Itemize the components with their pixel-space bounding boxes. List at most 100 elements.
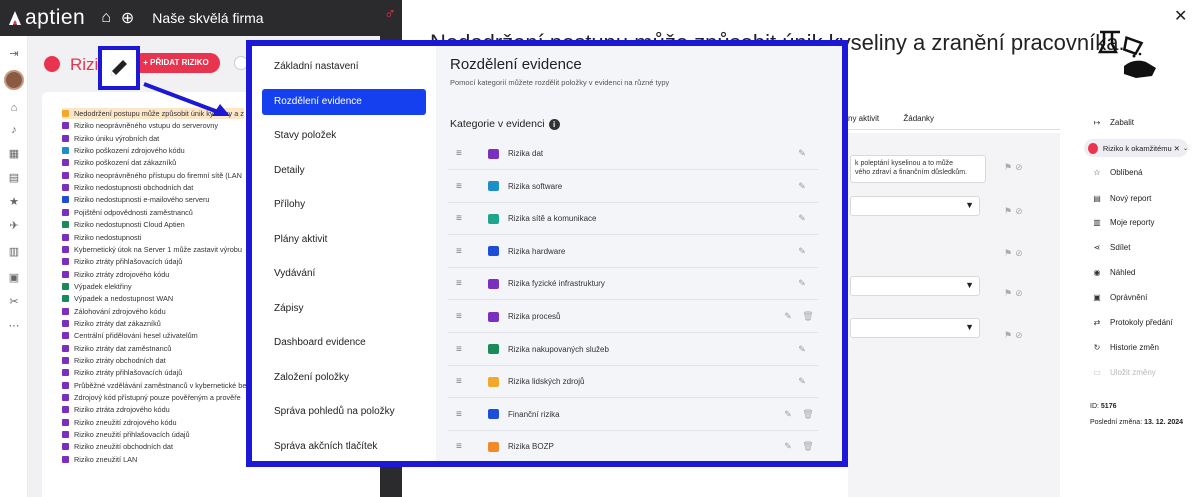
settings-nav-item[interactable]: Detaily: [268, 158, 432, 184]
category-row[interactable]: ≡ Rizika lidských zdrojů ✎: [448, 366, 818, 399]
close-icon[interactable]: ✕: [1174, 6, 1187, 26]
drag-handle-icon[interactable]: ≡: [448, 441, 472, 452]
add-circle-icon[interactable]: ⊕: [121, 8, 134, 28]
settings-nav-item[interactable]: Stavy položek: [268, 123, 432, 149]
clipboard-icon[interactable]: ▤: [6, 170, 22, 186]
list-item[interactable]: Riziko ztráty přihlašovacích údajů: [62, 256, 182, 267]
document-icon[interactable]: ▥: [6, 244, 22, 260]
select-field-3[interactable]: ▼: [850, 318, 980, 338]
list-item[interactable]: Riziko nedostupnosti: [62, 232, 141, 243]
edit-icon[interactable]: ✎: [792, 246, 812, 257]
calendar-icon[interactable]: ▦: [6, 146, 22, 162]
tab-requests[interactable]: Žádanky: [903, 114, 934, 123]
list-item[interactable]: Riziko nedostupnosti obchodních dat: [62, 182, 193, 193]
category-row[interactable]: ≡ Rizika dat ✎: [448, 138, 818, 170]
list-item[interactable]: Centrální přidělování hesel uživatelům: [62, 330, 198, 341]
list-item[interactable]: Riziko ztráty dat zaměstnanců: [62, 343, 171, 354]
field-actions[interactable]: ⚑⊘: [1004, 206, 1026, 217]
sidebar-item-my-reports[interactable]: ▥ Moje reporty: [1092, 218, 1154, 227]
settings-nav-item[interactable]: Dashboard evidence: [268, 330, 432, 356]
drag-handle-icon[interactable]: ≡: [448, 344, 472, 355]
settings-nav-item[interactable]: Přílohy: [268, 192, 432, 218]
app-logo[interactable]: aptien: [8, 6, 85, 30]
list-item[interactable]: Riziko neoprávněného vstupu do serverovn…: [62, 120, 218, 131]
settings-nav-item[interactable]: Správa akčních tlačítek: [268, 434, 432, 460]
list-item[interactable]: Riziko ztráty přihlašovacích údajů: [62, 367, 182, 378]
add-risk-button[interactable]: + PŘIDAT RIZIKO: [132, 53, 220, 73]
category-row[interactable]: ≡ Finanční rizika ✎ 🗑: [448, 399, 818, 431]
star-nav-icon[interactable]: ★: [6, 194, 22, 210]
drag-handle-icon[interactable]: ≡: [448, 213, 472, 224]
avatar[interactable]: [4, 70, 24, 90]
list-item[interactable]: Riziko zneužití obchodních dat: [62, 441, 173, 452]
sidebar-item-favorites[interactable]: ☆ Oblíbená: [1092, 168, 1142, 177]
edit-icon[interactable]: ✎: [792, 376, 812, 387]
drag-handle-icon[interactable]: ≡: [448, 181, 472, 192]
list-item[interactable]: Riziko poškození zdrojového kódu: [62, 145, 185, 156]
edit-icon[interactable]: ✎: [792, 278, 812, 289]
select-field-1[interactable]: ▼: [850, 196, 980, 216]
close-icon[interactable]: ✕: [1174, 144, 1180, 153]
sidebar-item-handover[interactable]: ⇄ Protokoly předání: [1092, 318, 1173, 327]
list-item[interactable]: Riziko zneužití přihlašovacích údajů: [62, 429, 190, 440]
list-item[interactable]: Riziko ztráty zdrojového kódu: [62, 269, 169, 280]
home-nav-icon[interactable]: ⌂: [6, 100, 22, 116]
list-item[interactable]: Riziko nedostupnosti Cloud Aptien: [62, 219, 185, 230]
collapse-nav-icon[interactable]: ⇥: [6, 46, 22, 62]
edit-icon[interactable]: ✎: [792, 181, 812, 192]
edit-icon[interactable]: ✎: [792, 148, 812, 159]
sidebar-item-save[interactable]: ▭ Uložit změny: [1092, 368, 1156, 377]
trash-icon[interactable]: 🗑: [798, 441, 818, 452]
home-icon[interactable]: ⌂: [101, 9, 111, 27]
category-row[interactable]: ≡ Rizika sítě a komunikace ✎: [448, 203, 818, 236]
list-item[interactable]: Zdrojový kód přístupný pouze pověřeným a…: [62, 392, 241, 403]
field-actions[interactable]: ⚑⊘: [1004, 288, 1026, 299]
category-row[interactable]: ≡ Rizika hardware ✎: [448, 236, 818, 268]
settings-nav-item[interactable]: Základní nastavení: [268, 54, 432, 80]
list-item[interactable]: Riziko úniku výrobních dat: [62, 133, 159, 144]
edit-icon[interactable]: ✎: [778, 311, 798, 322]
edit-icon[interactable]: ✎: [778, 441, 798, 452]
list-item[interactable]: Riziko poškození dat zákazníků: [62, 157, 176, 168]
edit-icon[interactable]: ✎: [792, 213, 812, 224]
info-icon[interactable]: i: [548, 118, 560, 130]
category-row[interactable]: ≡ Rizika procesů ✎ 🗑: [448, 301, 818, 333]
list-item[interactable]: Riziko ztráta zdrojového kódu: [62, 404, 170, 415]
drag-handle-icon[interactable]: ≡: [448, 278, 472, 289]
chevron-down-icon[interactable]: ⌄: [1183, 145, 1188, 152]
sidebar-item-share[interactable]: ⋖ Sdílet: [1092, 243, 1131, 252]
tools-icon[interactable]: ✂: [6, 294, 22, 310]
edit-evidence-button[interactable]: [98, 46, 140, 90]
edit-icon[interactable]: ✎: [792, 344, 812, 355]
select-field-2[interactable]: ▼: [850, 276, 980, 296]
settings-nav-item[interactable]: Rozdělení evidence: [262, 88, 426, 115]
settings-nav-item[interactable]: Správa pohledů na položky: [268, 399, 432, 425]
list-item[interactable]: Riziko ztráty obchodních dat: [62, 355, 166, 366]
trash-icon[interactable]: 🗑: [798, 311, 818, 322]
list-item[interactable]: Výpadek a nedostupnost WAN: [62, 293, 173, 304]
category-row[interactable]: ≡ Rizika fyzické infrastruktury ✎: [448, 268, 818, 301]
field-actions[interactable]: ⚑⊘: [1004, 330, 1026, 341]
category-row[interactable]: ≡ Rizika nakupovaných služeb ✎: [448, 334, 818, 366]
list-item[interactable]: Riziko zneužití LAN: [62, 454, 137, 465]
sidebar-item-history[interactable]: ↻ Historie změn: [1092, 343, 1159, 352]
bell-icon[interactable]: ♪: [6, 122, 22, 138]
category-row[interactable]: ≡ Rizika software ✎: [448, 171, 818, 203]
drag-handle-icon[interactable]: ≡: [448, 409, 472, 420]
tab-activity-plans[interactable]: ny aktivit: [848, 114, 879, 123]
list-item[interactable]: Riziko neoprávněného přístupu do firemní…: [62, 170, 242, 181]
drag-handle-icon[interactable]: ≡: [448, 148, 472, 159]
list-item[interactable]: Průběžné vzdělávání zaměstnanců v kybern…: [62, 380, 246, 391]
list-item[interactable]: Výpadek elektřiny: [62, 281, 132, 292]
settings-nav-item[interactable]: Plány aktivit: [268, 227, 432, 253]
drag-handle-icon[interactable]: ≡: [448, 246, 472, 257]
plane-icon[interactable]: ✈: [6, 218, 22, 234]
badge-icon[interactable]: ▣: [6, 270, 22, 286]
category-row[interactable]: ≡ Rizika BOZP ✎ 🗑: [448, 431, 818, 461]
field-actions[interactable]: ⚑⊘: [1004, 162, 1026, 173]
list-item[interactable]: Zálohování zdrojového kódu: [62, 306, 166, 317]
sidebar-item-permissions[interactable]: ▣ Oprávnění: [1092, 293, 1147, 302]
list-item[interactable]: Kybernetický útok na Server 1 může zasta…: [62, 244, 242, 255]
drag-handle-icon[interactable]: ≡: [448, 376, 472, 387]
trash-icon[interactable]: 🗑: [798, 409, 818, 420]
